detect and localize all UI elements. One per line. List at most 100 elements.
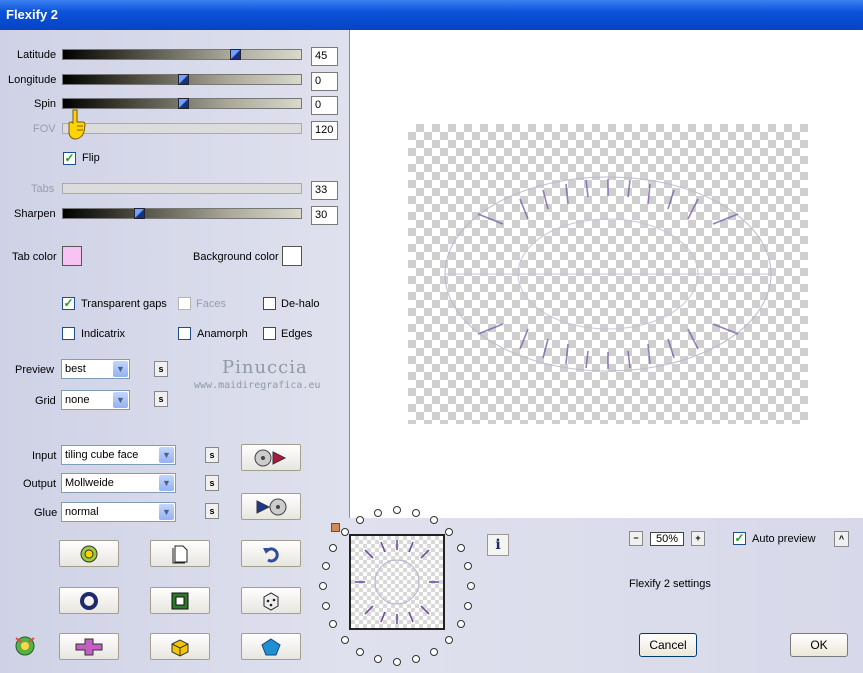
edges-label: Edges	[281, 328, 313, 340]
tab-color-swatch[interactable]	[62, 246, 82, 266]
new-button[interactable]	[150, 540, 210, 567]
grid-select[interactable]: none ▼	[61, 390, 130, 410]
input-s-button[interactable]: s	[205, 447, 219, 463]
pentagon-button[interactable]	[241, 633, 301, 660]
navigator-dot[interactable]	[430, 648, 438, 656]
navigator-dot[interactable]	[464, 562, 472, 570]
navigator-dot[interactable]	[329, 620, 337, 628]
output-select[interactable]: Mollweide ▼	[61, 473, 176, 493]
navigator-dot[interactable]	[457, 620, 465, 628]
sharpen-slider[interactable]	[62, 208, 302, 219]
navigator-dot[interactable]	[374, 655, 382, 663]
sharpen-slider-thumb[interactable]	[134, 208, 145, 219]
latitude-value[interactable]: 45	[311, 47, 338, 66]
navigator-dot[interactable]	[356, 516, 364, 524]
background-color-swatch[interactable]	[282, 246, 302, 266]
cross-button[interactable]	[59, 633, 119, 660]
chevron-down-icon[interactable]: ▼	[159, 475, 174, 491]
navigator-dot[interactable]	[467, 582, 475, 590]
anamorph-checkbox[interactable]	[178, 327, 191, 340]
navigator-dot[interactable]	[430, 516, 438, 524]
edges-checkbox[interactable]	[263, 327, 276, 340]
square-button[interactable]	[150, 587, 210, 614]
random-button[interactable]	[241, 587, 301, 614]
spin-slider[interactable]	[62, 98, 302, 109]
navigator-dot[interactable]	[457, 544, 465, 552]
longitude-slider[interactable]	[62, 74, 302, 85]
navigator-dot[interactable]	[374, 509, 382, 517]
thumbnail-navigator[interactable]	[349, 534, 445, 630]
zoom-in-button[interactable]: +	[691, 531, 705, 546]
auto-preview-checkbox[interactable]: ✓	[733, 532, 746, 545]
navigator-dot[interactable]	[356, 648, 364, 656]
preview-label: Preview	[15, 364, 55, 376]
preview-area[interactable]	[349, 30, 863, 518]
preset-button[interactable]	[59, 540, 119, 567]
pentagon-icon	[261, 637, 281, 655]
navigator-dot[interactable]	[393, 658, 401, 666]
undo-button[interactable]	[241, 540, 301, 567]
save-output-button[interactable]	[241, 493, 301, 520]
sharpen-label: Sharpen	[14, 208, 56, 220]
navigator-dot[interactable]	[445, 528, 453, 536]
navigator-dot[interactable]	[329, 544, 337, 552]
transparent-gaps-checkbox[interactable]: ✓	[62, 297, 75, 310]
collapse-button[interactable]: ^	[834, 531, 849, 547]
eye-logo-icon	[15, 636, 35, 656]
navigator-dot[interactable]	[412, 509, 420, 517]
navigator-dot[interactable]	[322, 562, 330, 570]
navigator-dot[interactable]	[341, 636, 349, 644]
chevron-down-icon[interactable]: ▼	[113, 361, 128, 377]
chevron-down-icon[interactable]: ▼	[159, 447, 174, 463]
input-select[interactable]: tiling cube face ▼	[61, 445, 176, 465]
info-button[interactable]: i	[487, 534, 509, 556]
input-select-value: tiling cube face	[65, 449, 139, 461]
chevron-down-icon[interactable]: ▼	[113, 392, 128, 408]
navigator-dot[interactable]	[464, 602, 472, 610]
flip-checkbox[interactable]: ✓	[63, 152, 76, 165]
spin-value[interactable]: 0	[311, 96, 338, 115]
ok-button[interactable]: OK	[790, 633, 848, 657]
indicatrix-checkbox[interactable]	[62, 327, 75, 340]
navigator-dot[interactable]	[445, 636, 453, 644]
preview-s-button[interactable]: s	[154, 361, 168, 377]
navigator-dot[interactable]	[319, 582, 327, 590]
navigator-dot[interactable]	[341, 528, 349, 536]
spin-slider-thumb[interactable]	[178, 98, 189, 109]
indicatrix-label: Indicatrix	[81, 328, 126, 340]
cross-icon	[75, 638, 103, 655]
preview-select[interactable]: best ▼	[61, 359, 130, 379]
glue-label: Glue	[34, 507, 58, 519]
de-halo-checkbox[interactable]	[263, 297, 276, 310]
latitude-label: Latitude	[17, 49, 57, 61]
navigator-dot[interactable]	[393, 506, 401, 514]
longitude-slider-thumb[interactable]	[178, 74, 189, 85]
play-disc-icon	[256, 498, 287, 515]
grid-s-button[interactable]: s	[154, 391, 168, 407]
sharpen-value[interactable]: 30	[311, 206, 338, 225]
output-s-button[interactable]: s	[205, 475, 219, 491]
watermark-url: www.maidiregrafica.eu	[194, 380, 321, 391]
cancel-button[interactable]: Cancel	[639, 633, 697, 657]
chevron-down-icon[interactable]: ▼	[159, 504, 174, 520]
cube-button[interactable]	[150, 633, 210, 660]
square-frame-icon	[171, 592, 189, 609]
faces-checkbox	[178, 297, 191, 310]
anamorph-label: Anamorph	[197, 328, 248, 340]
preview-canvas	[408, 124, 808, 424]
latitude-slider-thumb[interactable]	[230, 49, 241, 60]
navigator-handle[interactable]	[331, 523, 340, 532]
zoom-out-button[interactable]: −	[629, 531, 643, 546]
navigator-dot[interactable]	[322, 602, 330, 610]
grid-select-value: none	[65, 394, 90, 406]
latitude-slider[interactable]	[62, 49, 302, 60]
faces-label: Faces	[196, 298, 226, 310]
navigator-dot[interactable]	[412, 655, 420, 663]
longitude-value[interactable]: 0	[311, 72, 338, 91]
load-input-button[interactable]	[241, 444, 301, 471]
output-label: Output	[23, 478, 57, 490]
glue-s-button[interactable]: s	[205, 503, 219, 519]
glue-select[interactable]: normal ▼	[61, 502, 176, 522]
preset-icon	[80, 545, 98, 562]
circle-button[interactable]	[59, 587, 119, 614]
